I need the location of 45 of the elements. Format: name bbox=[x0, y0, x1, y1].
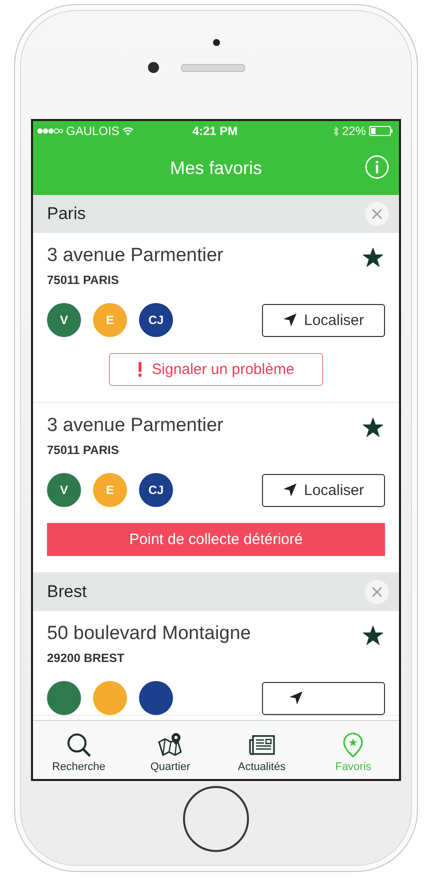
speaker-slot bbox=[180, 64, 244, 72]
category-dot: V bbox=[47, 473, 81, 507]
battery-icon bbox=[368, 126, 393, 136]
screen-title: Mes favoris bbox=[170, 158, 262, 178]
postal-city: 75011 PARIS bbox=[47, 273, 120, 287]
exclamation-icon bbox=[138, 362, 142, 377]
sensor-dot bbox=[148, 62, 158, 73]
star-icon[interactable] bbox=[363, 626, 383, 645]
carrier-name: GAULOIS bbox=[66, 124, 120, 138]
tab-item[interactable]: Recherche bbox=[38, 728, 119, 772]
arrow-icon bbox=[289, 691, 303, 705]
wifi-icon bbox=[122, 126, 134, 136]
search-icon bbox=[66, 732, 92, 758]
arrow-icon bbox=[282, 313, 297, 327]
street-address: 3 avenue Parmentier bbox=[47, 415, 224, 437]
category-dot: CJ bbox=[139, 303, 173, 337]
arrow-icon bbox=[282, 483, 297, 497]
report-problem-button[interactable]: Signaler un problème bbox=[109, 353, 323, 386]
postal-city: 75011 PARIS bbox=[47, 443, 120, 457]
category-dot: CJ bbox=[139, 473, 173, 507]
category-dot: E bbox=[93, 303, 127, 337]
tab-item[interactable]: Actualités bbox=[222, 728, 302, 772]
section-title: Paris bbox=[47, 204, 86, 224]
close-icon[interactable] bbox=[365, 580, 389, 604]
section-title: Brest bbox=[47, 582, 87, 602]
damage-alert-banner: Point de collecte détérioré bbox=[47, 523, 385, 556]
map-pin-icon bbox=[157, 732, 184, 758]
star-icon[interactable] bbox=[363, 248, 383, 267]
postal-city: 29200 BREST bbox=[47, 651, 126, 665]
category-dot: E bbox=[93, 473, 127, 507]
street-address: 3 avenue Parmentier bbox=[47, 245, 224, 267]
home-button[interactable] bbox=[183, 786, 249, 852]
camera-dot bbox=[212, 39, 220, 46]
close-icon[interactable] bbox=[365, 202, 389, 226]
category-dot: V bbox=[47, 303, 81, 337]
locate-button[interactable] bbox=[262, 682, 385, 714]
tab-item[interactable]: Quartier bbox=[130, 728, 210, 772]
status-time: 4:21 PM bbox=[192, 124, 238, 138]
bluetooth-icon bbox=[332, 126, 339, 136]
street-address: 50 boulevard Montaigne bbox=[47, 623, 251, 645]
locate-button[interactable]: Localiser bbox=[262, 304, 385, 336]
battery-percent: 22% bbox=[342, 124, 366, 138]
locate-button[interactable]: Localiser bbox=[262, 474, 385, 506]
star-icon[interactable] bbox=[363, 418, 383, 437]
signal-dots-icon bbox=[37, 128, 63, 134]
